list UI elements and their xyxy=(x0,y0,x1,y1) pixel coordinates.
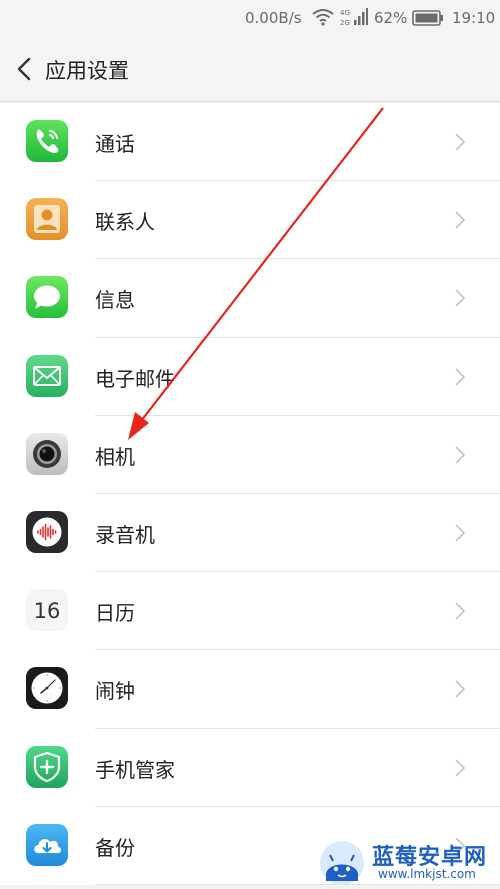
list-item-label: 日历 xyxy=(95,601,135,626)
chevron-right-icon xyxy=(455,758,466,777)
chevron-right-icon xyxy=(455,133,466,151)
chevron-right-icon xyxy=(455,211,466,229)
list-item-label: 通话 xyxy=(95,132,135,156)
calendar-day: 16 xyxy=(34,599,61,623)
chevron-right-icon xyxy=(455,289,466,308)
watermark-url: www.lmkjst.com xyxy=(378,867,476,881)
android-mascot-icon xyxy=(320,841,364,885)
phone-icon xyxy=(26,120,68,162)
back-icon[interactable] xyxy=(14,56,38,82)
list-item-calendar[interactable]: 16 日历 xyxy=(0,572,500,651)
list-item-phone-manager[interactable]: 手机管家 xyxy=(0,728,500,807)
app-settings-list: 通话 联系人 信息 电子邮件 相机 录音机 16 日历 闹钟 手机管家 备份 xyxy=(0,103,500,885)
email-icon xyxy=(26,354,68,397)
chevron-right-icon xyxy=(455,680,466,698)
status-bar: 0.00B/s 4G 2G 62% 19:10 xyxy=(0,0,500,36)
list-item-label: 闹钟 xyxy=(95,679,135,704)
clock-time: 19:10 xyxy=(452,9,496,27)
network-type-top: 4G xyxy=(340,9,350,17)
calendar-icon: 16 xyxy=(26,589,68,632)
app-bar: 应用设置 xyxy=(0,36,500,102)
backup-icon xyxy=(26,823,68,866)
battery-percent: 62% xyxy=(374,9,408,27)
clock-icon xyxy=(26,667,68,710)
list-item-label: 联系人 xyxy=(95,210,155,235)
list-item-label: 备份 xyxy=(95,835,135,860)
wifi-icon xyxy=(312,9,334,26)
list-item-recorder[interactable]: 录音机 xyxy=(0,493,500,573)
chevron-right-icon xyxy=(455,446,466,464)
network-type-bottom: 2G xyxy=(340,19,350,27)
cellular-signal-icon: 4G 2G xyxy=(340,8,368,27)
chevron-right-icon xyxy=(455,367,466,386)
list-item-alarm[interactable]: 闹钟 xyxy=(0,650,500,729)
list-item-label: 信息 xyxy=(95,288,135,313)
list-item-messages[interactable]: 信息 xyxy=(0,259,500,338)
messages-icon xyxy=(26,276,68,319)
list-item-camera[interactable]: 相机 xyxy=(0,415,500,494)
page-title: 应用设置 xyxy=(45,59,129,83)
network-rate: 0.00B/s xyxy=(245,9,302,27)
camera-icon xyxy=(26,432,68,475)
list-item-label: 相机 xyxy=(95,444,135,469)
list-item-email[interactable]: 电子邮件 xyxy=(0,337,500,416)
list-item-label: 电子邮件 xyxy=(95,366,175,391)
battery-icon xyxy=(412,10,443,26)
phone-manager-icon xyxy=(26,745,68,788)
chevron-right-icon xyxy=(455,524,466,542)
list-item-label: 手机管家 xyxy=(95,757,175,782)
watermark: 蓝莓安卓网 www.lmkjst.com xyxy=(312,835,500,889)
chevron-right-icon xyxy=(455,602,466,620)
contacts-icon xyxy=(26,198,68,241)
list-item-label: 录音机 xyxy=(95,522,155,547)
list-item-contacts[interactable]: 联系人 xyxy=(0,181,500,260)
recorder-icon xyxy=(26,510,68,553)
list-item-phone[interactable]: 通话 xyxy=(0,103,500,182)
